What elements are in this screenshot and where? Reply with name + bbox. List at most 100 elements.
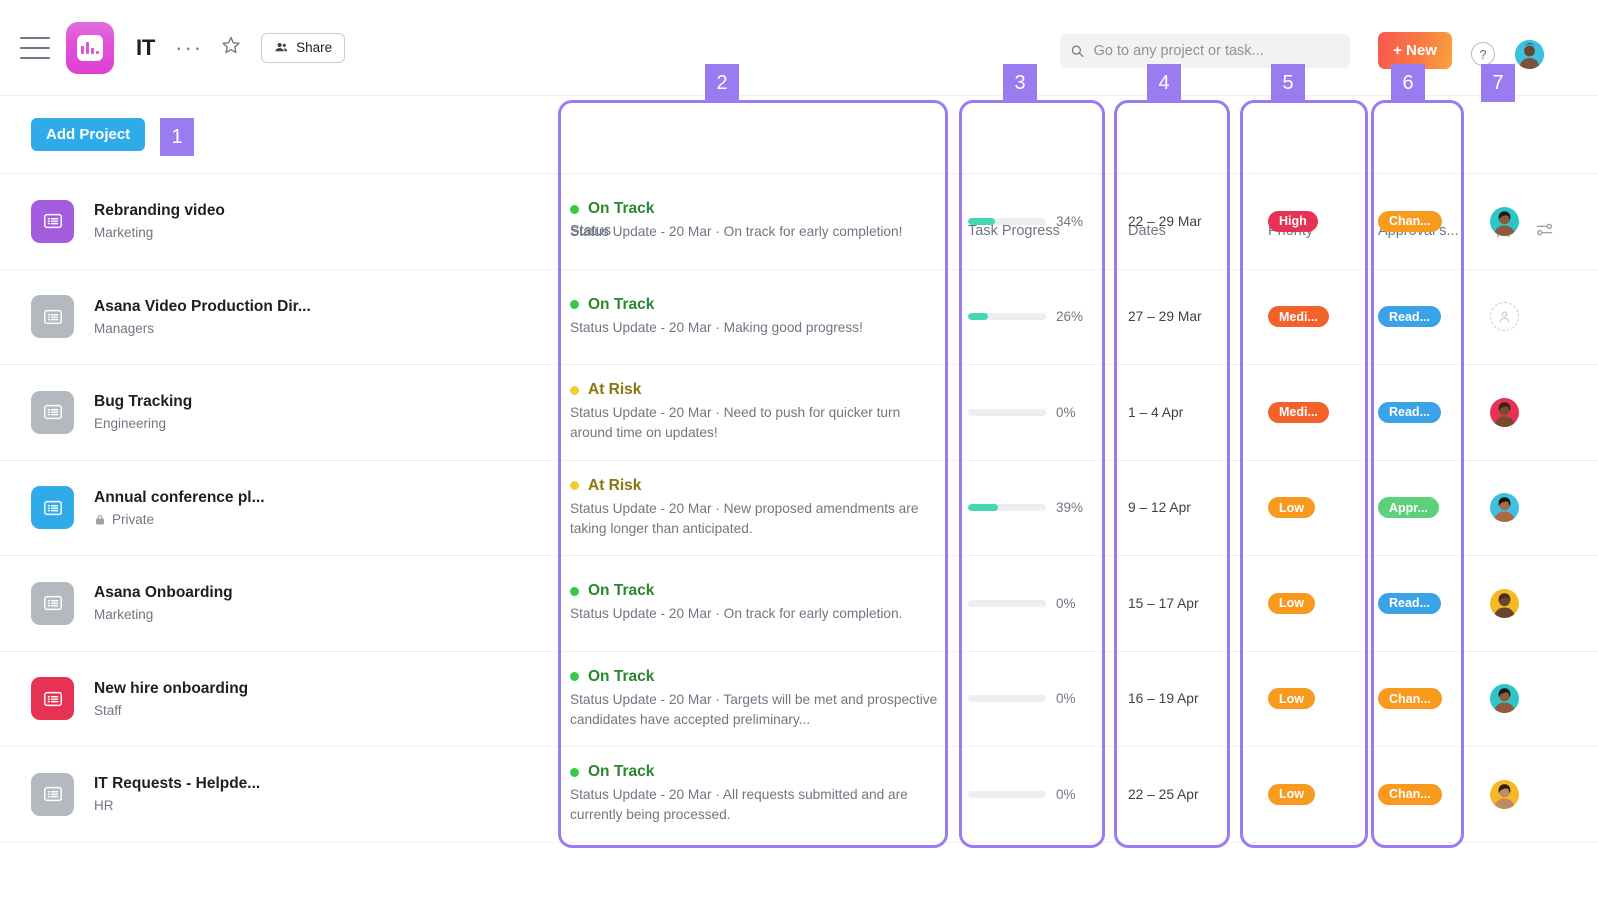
dates-cell[interactable]: 27 – 29 Mar [1128,270,1238,365]
status-cell[interactable]: On Track Status Update - 20 Mar · On tra… [570,174,955,269]
avatar[interactable] [1490,779,1519,809]
project-cell[interactable]: Bug Tracking Engineering [31,365,192,460]
dates-cell[interactable]: 15 – 17 Apr [1128,556,1238,651]
project-cell[interactable]: IT Requests - Helpde... HR [31,747,260,842]
approval-status-cell[interactable]: Chan... [1378,652,1473,747]
task-progress-cell[interactable]: 0% [968,747,1103,842]
approval-badge[interactable]: Chan... [1378,688,1442,710]
priority-cell[interactable]: High [1268,174,1368,269]
approval-badge[interactable]: Read... [1378,306,1441,328]
status-label-row: At Risk [570,381,955,399]
task-progress-cell[interactable]: 0% [968,365,1103,460]
dates-cell[interactable]: 1 – 4 Apr [1128,365,1238,460]
priority-cell[interactable]: Low [1268,652,1368,747]
approval-badge[interactable]: Chan... [1378,783,1442,805]
table-row[interactable]: Asana Video Production Dir... Managers O… [0,270,1598,365]
approval-badge[interactable]: Read... [1378,401,1441,423]
more-options-icon[interactable]: ··· [175,36,203,58]
dates-cell[interactable]: 16 – 19 Apr [1128,652,1238,747]
avatar[interactable] [1490,493,1519,523]
status-dot-icon [570,204,579,214]
owner-cell[interactable] [1490,174,1550,269]
approval-badge[interactable]: Read... [1378,592,1441,614]
owner-cell[interactable] [1490,652,1550,747]
owner-cell[interactable] [1490,270,1550,365]
help-button[interactable]: ? [1471,42,1495,66]
project-cell[interactable]: New hire onboarding Staff [31,652,248,747]
priority-badge[interactable]: Medi... [1268,306,1329,328]
dates-cell[interactable]: 9 – 12 Apr [1128,461,1238,556]
table-row[interactable]: Asana Onboarding Marketing On Track Stat… [0,556,1598,652]
status-cell[interactable]: On Track Status Update - 20 Mar · On tra… [570,556,955,651]
progress-bar-track [968,695,1046,703]
priority-badge[interactable]: Medi... [1268,401,1329,423]
annotation-badge-4: 4 [1147,64,1181,102]
task-progress-cell[interactable]: 0% [968,652,1103,747]
dates-cell[interactable]: 22 – 25 Apr [1128,747,1238,842]
table-row[interactable]: Rebranding video Marketing On Track Stat… [0,174,1598,270]
priority-cell[interactable]: Medi... [1268,365,1368,460]
status-label-row: On Track [570,763,955,781]
approval-status-cell[interactable]: Read... [1378,556,1473,651]
project-cell[interactable]: Rebranding video Marketing [31,174,225,269]
share-button[interactable]: Share [261,32,346,63]
approval-status-cell[interactable]: Chan... [1378,174,1473,269]
approval-badge[interactable]: Chan... [1378,210,1442,232]
task-progress-cell[interactable]: 39% [968,461,1103,556]
status-update-text: Status Update - 20 Mar · On track for ea… [570,606,903,622]
progress-bar-track [968,313,1046,321]
owner-cell[interactable] [1490,461,1550,556]
avatar[interactable] [1515,40,1544,69]
avatar[interactable] [1490,684,1519,714]
priority-badge[interactable]: High [1268,210,1318,232]
project-cell[interactable]: Asana Onboarding Marketing [31,556,233,651]
owner-cell[interactable] [1490,556,1550,651]
approval-status-cell[interactable]: Read... [1378,270,1473,365]
star-icon[interactable] [221,35,241,60]
project-subtitle: Staff [94,703,248,718]
avatar[interactable] [1490,206,1519,236]
approval-status-cell[interactable]: Read... [1378,365,1473,460]
status-cell[interactable]: On Track Status Update - 20 Mar · Making… [570,270,955,365]
status-cell[interactable]: At Risk Status Update - 20 Mar · Need to… [570,365,955,460]
task-progress-cell[interactable]: 0% [968,556,1103,651]
table-row[interactable]: Bug Tracking Engineering At Risk Status … [0,365,1598,461]
app-root: IT ··· Share + New ? [0,0,1598,902]
owner-cell[interactable] [1490,365,1550,460]
hamburger-menu-icon[interactable] [20,36,50,59]
project-name: Annual conference pl... [94,488,265,506]
avatar[interactable] [1490,397,1519,427]
status-cell[interactable]: On Track Status Update - 20 Mar · All re… [570,747,955,842]
approval-status-cell[interactable]: Chan... [1378,747,1473,842]
task-progress-cell[interactable]: 26% [968,270,1103,365]
priority-cell[interactable]: Low [1268,461,1368,556]
status-label: On Track [588,295,655,313]
search-box[interactable] [1060,34,1350,68]
status-cell[interactable]: At Risk Status Update - 20 Mar · New pro… [570,461,955,556]
table-row[interactable]: IT Requests - Helpde... HR On Track Stat… [0,747,1598,843]
project-cell[interactable]: Asana Video Production Dir... Managers [31,270,311,365]
priority-badge[interactable]: Low [1268,497,1315,519]
priority-cell[interactable]: Low [1268,747,1368,842]
priority-badge[interactable]: Low [1268,592,1315,614]
owner-cell[interactable] [1490,747,1550,842]
priority-cell[interactable]: Low [1268,556,1368,651]
status-cell[interactable]: On Track Status Update - 20 Mar · Target… [570,652,955,747]
status-label-row: On Track [570,296,955,314]
approval-status-cell[interactable]: Appr... [1378,461,1473,556]
approval-badge[interactable]: Appr... [1378,497,1439,519]
status-label: On Track [588,667,655,685]
add-project-button[interactable]: Add Project [31,118,146,151]
avatar-placeholder-icon[interactable] [1490,302,1519,332]
search-input[interactable] [1093,43,1340,59]
dates-cell[interactable]: 22 – 29 Mar [1128,174,1238,269]
priority-badge[interactable]: Low [1268,783,1315,805]
priority-badge[interactable]: Low [1268,688,1315,710]
project-list-icon [31,390,74,434]
table-row[interactable]: Annual conference pl... Private At Risk … [0,461,1598,556]
avatar[interactable] [1490,588,1519,618]
table-row[interactable]: New hire onboarding Staff On Track Statu… [0,652,1598,747]
project-cell[interactable]: Annual conference pl... Private [31,461,265,556]
task-progress-cell[interactable]: 34% [968,174,1103,269]
priority-cell[interactable]: Medi... [1268,270,1368,365]
